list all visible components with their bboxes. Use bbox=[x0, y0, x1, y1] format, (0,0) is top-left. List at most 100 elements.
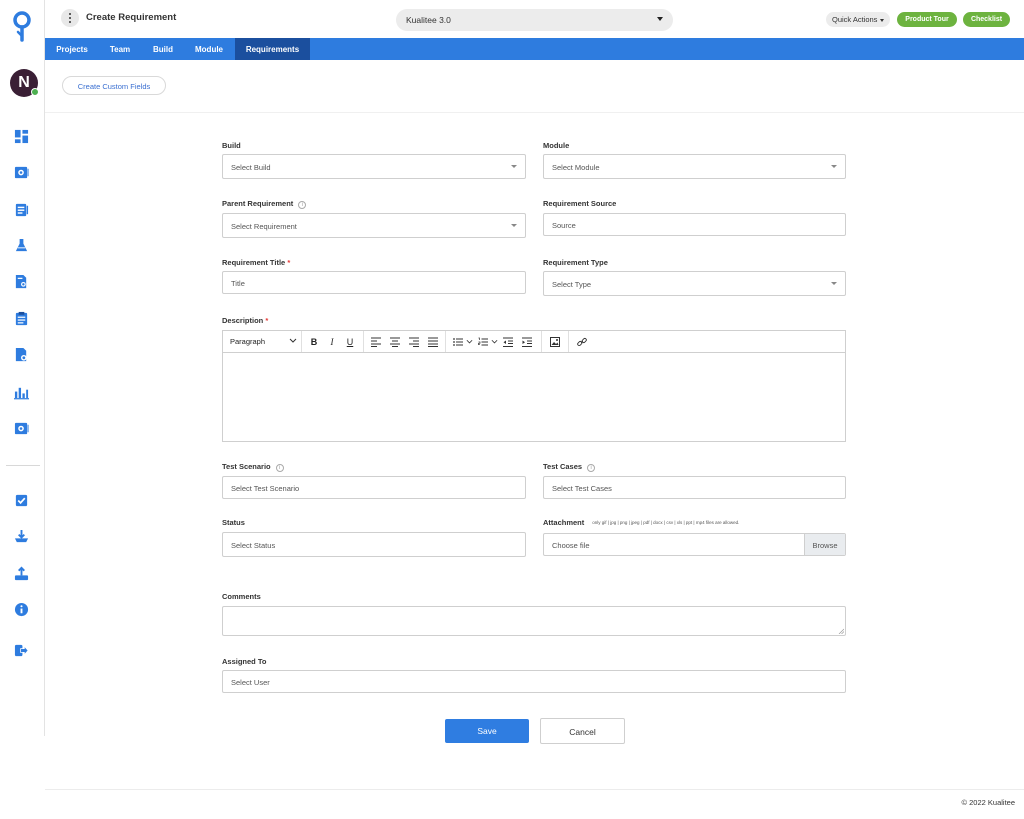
quick-actions-label: Quick Actions bbox=[832, 15, 878, 24]
caret-down-icon bbox=[511, 224, 517, 227]
build-label: Build bbox=[222, 141, 241, 150]
description-label: Description * bbox=[222, 316, 268, 325]
numbered-list-icon[interactable] bbox=[476, 331, 490, 352]
main-nav: Projects Team Build Module Requirements bbox=[45, 38, 1024, 60]
requirement-type-select[interactable]: Select Type bbox=[543, 271, 846, 296]
toolbar-separator bbox=[568, 331, 569, 352]
kualitee-logo-icon[interactable] bbox=[12, 10, 32, 48]
module-select-value: Select Module bbox=[552, 163, 600, 172]
tab-projects[interactable]: Projects bbox=[48, 38, 96, 60]
underline-icon[interactable]: U bbox=[343, 331, 357, 352]
build-select-value: Select Build bbox=[231, 163, 271, 172]
online-status-icon bbox=[31, 88, 39, 96]
indent-icon[interactable] bbox=[520, 331, 534, 352]
test-cases-icon[interactable] bbox=[13, 201, 29, 217]
test-cases-select[interactable]: Select Test Cases bbox=[543, 476, 846, 499]
test-scenario-label-text: Test Scenario bbox=[222, 462, 271, 471]
attachment-label-text: Attachment bbox=[543, 518, 585, 527]
settings-folder-icon[interactable] bbox=[13, 164, 29, 180]
chevron-down-icon[interactable] bbox=[490, 331, 498, 352]
caret-down-icon bbox=[831, 282, 837, 285]
footer-copyright: © 2022 Kualitee bbox=[961, 798, 1015, 807]
browse-button[interactable]: Browse bbox=[804, 534, 845, 555]
tab-requirements[interactable]: Requirements bbox=[235, 38, 310, 60]
outdent-icon[interactable] bbox=[501, 331, 515, 352]
save-button[interactable]: Save bbox=[445, 719, 529, 743]
requirement-title-input[interactable]: Title bbox=[222, 271, 526, 294]
test-scenario-label: Test Scenario i bbox=[222, 462, 284, 472]
description-content-area[interactable] bbox=[223, 353, 845, 441]
avatar-initial: N bbox=[18, 74, 30, 91]
create-custom-fields-button[interactable]: Create Custom Fields bbox=[62, 76, 166, 95]
attachment-file-input[interactable]: Choose file Browse bbox=[543, 533, 846, 556]
bulleted-list-icon[interactable] bbox=[451, 331, 465, 352]
checklist-button[interactable]: Checklist bbox=[963, 12, 1010, 27]
tab-team[interactable]: Team bbox=[100, 38, 140, 60]
attachment-allowed-types: only gif | jpg | png | jpeg | pdf | docx… bbox=[592, 520, 740, 525]
integrations-icon[interactable] bbox=[13, 420, 29, 436]
status-select[interactable]: Select Status bbox=[222, 532, 526, 557]
paragraph-style-value: Paragraph bbox=[230, 337, 266, 346]
document-search-icon[interactable] bbox=[13, 273, 29, 289]
quick-actions-button[interactable]: Quick Actions bbox=[826, 12, 891, 27]
clipboard-icon[interactable] bbox=[13, 310, 29, 326]
italic-icon[interactable]: I bbox=[325, 331, 339, 352]
toolbar-separator bbox=[363, 331, 364, 352]
build-select[interactable]: Select Build bbox=[222, 154, 526, 179]
paragraph-style-select[interactable]: Paragraph bbox=[230, 331, 265, 352]
align-left-icon[interactable] bbox=[369, 331, 383, 352]
bold-icon[interactable]: B bbox=[307, 331, 321, 352]
project-select-value: Kualitee 3.0 bbox=[406, 15, 451, 25]
cancel-button[interactable]: Cancel bbox=[540, 718, 625, 744]
requirement-type-value: Select Type bbox=[552, 280, 592, 289]
reports-chart-icon[interactable] bbox=[13, 384, 29, 400]
kebab-menu-icon[interactable] bbox=[61, 9, 79, 27]
attachment-label: Attachment only gif | jpg | png | jpeg | … bbox=[543, 518, 739, 527]
status-label: Status bbox=[222, 518, 245, 527]
info-icon[interactable]: i bbox=[587, 464, 596, 472]
insert-image-icon[interactable] bbox=[548, 331, 562, 352]
requirement-source-label: Requirement Source bbox=[543, 199, 617, 208]
align-justify-icon[interactable] bbox=[426, 331, 440, 352]
test-scenario-placeholder: Select Test Scenario bbox=[231, 484, 300, 493]
test-cases-label: Test Cases i bbox=[543, 462, 596, 472]
module-select[interactable]: Select Module bbox=[543, 154, 846, 179]
tab-build[interactable]: Build bbox=[144, 38, 182, 60]
description-label-text: Description bbox=[222, 316, 264, 325]
info-icon[interactable] bbox=[13, 601, 29, 617]
tab-module[interactable]: Module bbox=[186, 38, 232, 60]
description-editor: Paragraph B I U bbox=[222, 330, 846, 442]
document-settings-icon[interactable] bbox=[13, 346, 29, 362]
task-check-icon[interactable] bbox=[13, 492, 29, 508]
requirement-type-label: Requirement Type bbox=[543, 258, 608, 267]
upload-icon[interactable] bbox=[13, 565, 29, 581]
product-tour-button[interactable]: Product Tour bbox=[897, 12, 957, 27]
requirement-title-label-text: Requirement Title bbox=[222, 258, 286, 267]
logout-icon[interactable] bbox=[13, 642, 29, 658]
align-center-icon[interactable] bbox=[388, 331, 402, 352]
divider bbox=[45, 112, 1024, 113]
toolbar-separator bbox=[301, 331, 302, 352]
link-icon[interactable] bbox=[575, 331, 589, 352]
module-label: Module bbox=[543, 141, 570, 150]
parent-requirement-label: Parent Requirement i bbox=[222, 199, 307, 209]
info-icon[interactable]: i bbox=[298, 201, 307, 209]
info-icon[interactable]: i bbox=[275, 464, 284, 472]
page-title: Create Requirement bbox=[86, 12, 177, 23]
required-marker: * bbox=[265, 316, 269, 325]
assigned-to-select[interactable]: Select User bbox=[222, 670, 846, 693]
download-icon[interactable] bbox=[13, 528, 29, 544]
test-scenario-select[interactable]: Select Test Scenario bbox=[222, 476, 526, 499]
comments-textarea[interactable] bbox=[222, 606, 846, 636]
requirement-source-input[interactable]: Source bbox=[543, 213, 846, 236]
flask-icon[interactable] bbox=[13, 237, 29, 253]
avatar[interactable]: N bbox=[10, 69, 39, 97]
chevron-down-icon[interactable] bbox=[465, 331, 473, 352]
dashboard-icon[interactable] bbox=[13, 128, 29, 144]
resize-handle-icon[interactable] bbox=[838, 628, 844, 634]
requirement-title-label: Requirement Title * bbox=[222, 258, 290, 267]
sidebar-divider bbox=[6, 465, 40, 466]
parent-requirement-select[interactable]: Select Requirement bbox=[222, 213, 526, 238]
project-select[interactable]: Kualitee 3.0 bbox=[396, 9, 673, 31]
align-right-icon[interactable] bbox=[407, 331, 421, 352]
